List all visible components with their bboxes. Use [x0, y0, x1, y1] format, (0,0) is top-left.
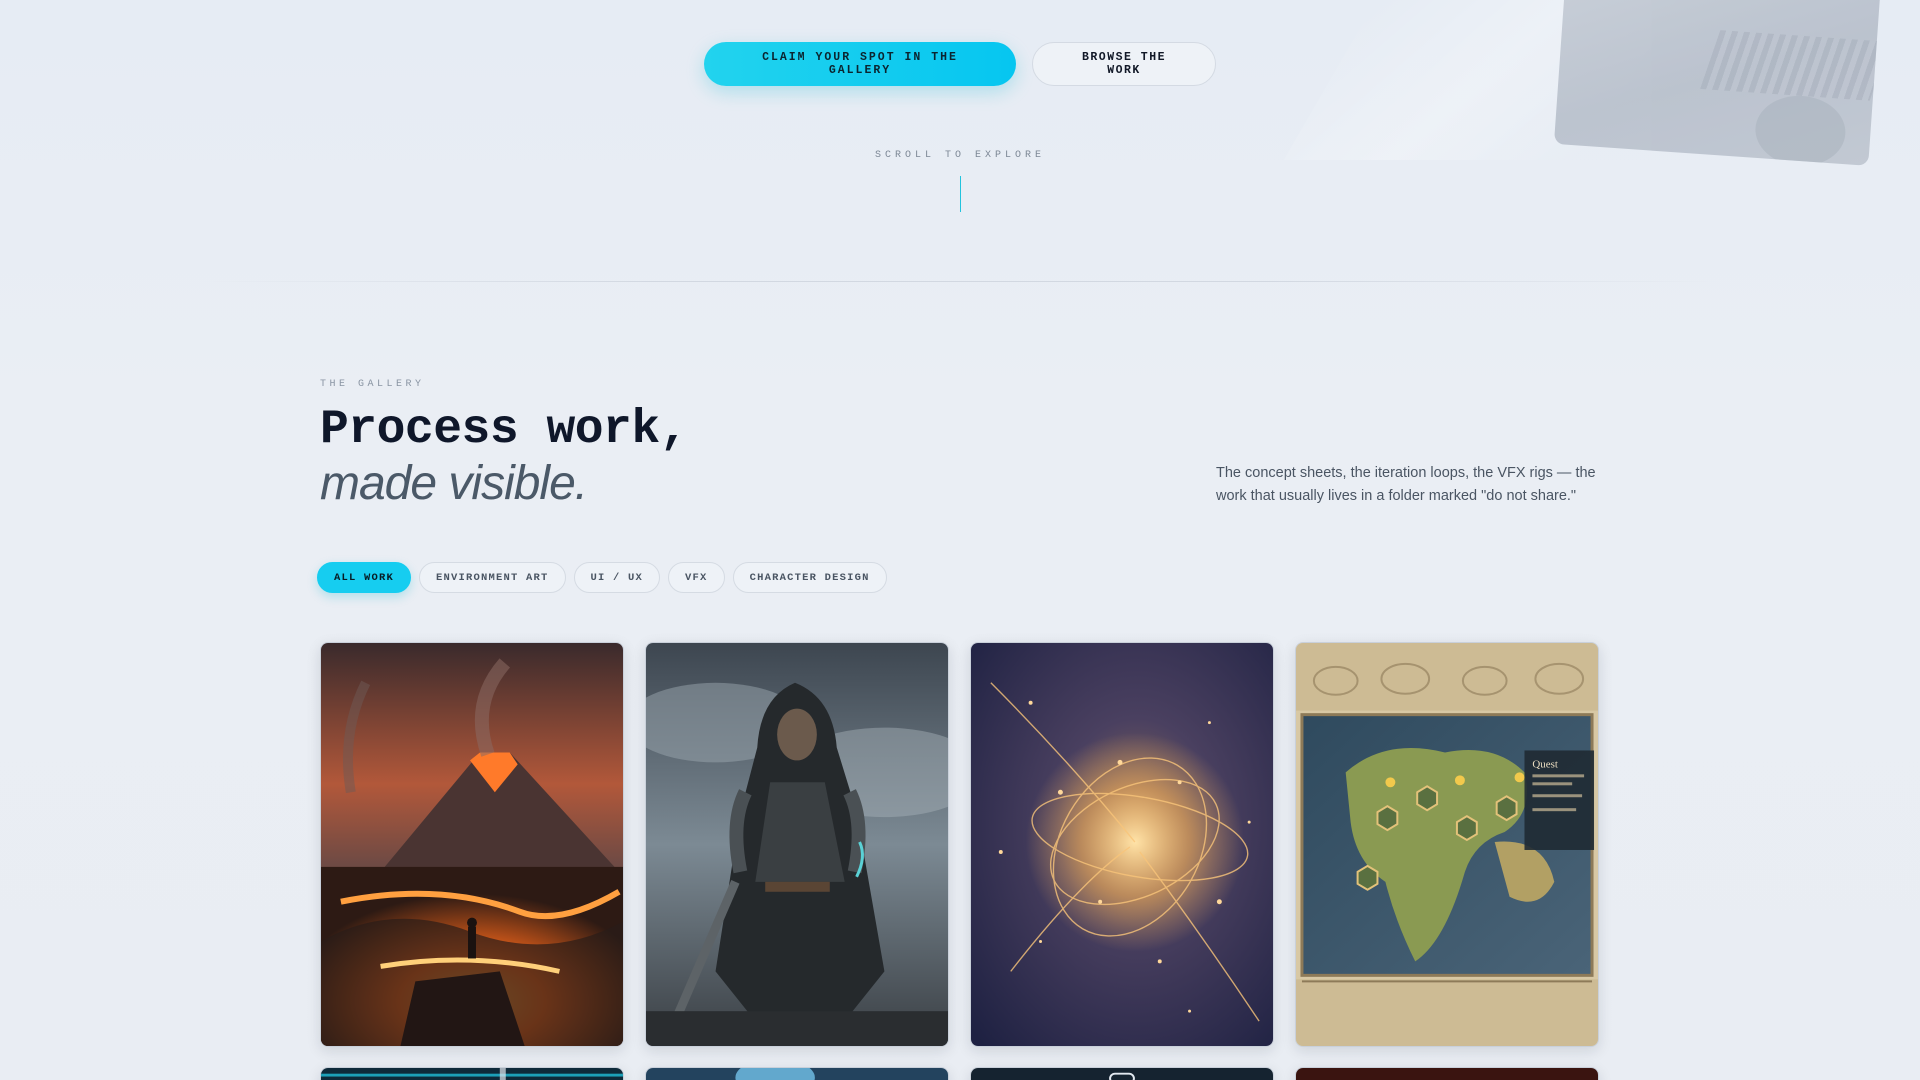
gallery-card-dark-ui[interactable]: [970, 1067, 1274, 1080]
gallery-card-neon[interactable]: [320, 1067, 624, 1080]
scroll-hint: SCROLL TO EXPLORE: [874, 150, 1046, 161]
hero-cta-row: CLAIM YOUR SPOT IN THE GALLERY BROWSE TH…: [0, 42, 1920, 86]
headline-line-1: Process work,: [320, 403, 688, 457]
landing-page: CLAIM YOUR SPOT IN THE GALLERY BROWSE TH…: [0, 0, 1920, 1080]
gallery-card-volcano[interactable]: [320, 642, 624, 1047]
filter-vfx[interactable]: VFX: [668, 562, 725, 593]
gallery-eyebrow: THE GALLERY: [320, 379, 425, 390]
gallery-grid-row-2: [320, 1067, 1599, 1080]
gallery-card-fire[interactable]: [1295, 1067, 1599, 1080]
scroll-indicator-line: [960, 176, 961, 212]
claim-spot-button[interactable]: CLAIM YOUR SPOT IN THE GALLERY: [704, 42, 1016, 86]
filter-environment-art[interactable]: ENVIRONMENT ART: [419, 562, 566, 593]
world-map-artwork: Quest: [1296, 643, 1598, 1046]
fire-artwork: [1296, 1068, 1598, 1080]
dark-ui-artwork: [971, 1068, 1273, 1080]
gallery-card-world-map[interactable]: Quest: [1295, 642, 1599, 1047]
map-panel-title: Quest: [1532, 758, 1557, 770]
gallery-card-warrior[interactable]: [645, 642, 949, 1047]
warrior-artwork: [646, 643, 948, 1046]
particles-artwork: [971, 643, 1273, 1046]
gallery-card-particles[interactable]: [970, 642, 1274, 1047]
neon-artwork: [321, 1068, 623, 1080]
gallery-card-aurora[interactable]: [645, 1067, 949, 1080]
filter-all-work[interactable]: ALL WORK: [317, 562, 412, 593]
section-divider: [200, 281, 1720, 282]
gallery-description: The concept sheets, the iteration loops,…: [1216, 465, 1596, 504]
headline-line-2: made visible.: [320, 457, 588, 510]
gallery-grid: Quest: [320, 642, 1599, 1047]
aurora-artwork: [646, 1068, 948, 1080]
browse-work-button[interactable]: BROWSE THE WORK: [1032, 42, 1216, 86]
gallery-filter-bar: ALL WORK ENVIRONMENT ART UI / UX VFX CHA…: [317, 562, 887, 593]
filter-character-design[interactable]: CHARACTER DESIGN: [732, 562, 887, 593]
gallery-headline: Process work, made visible.: [320, 402, 688, 510]
volcano-artwork: [321, 643, 623, 1046]
filter-ui-ux[interactable]: UI / UX: [573, 562, 661, 593]
